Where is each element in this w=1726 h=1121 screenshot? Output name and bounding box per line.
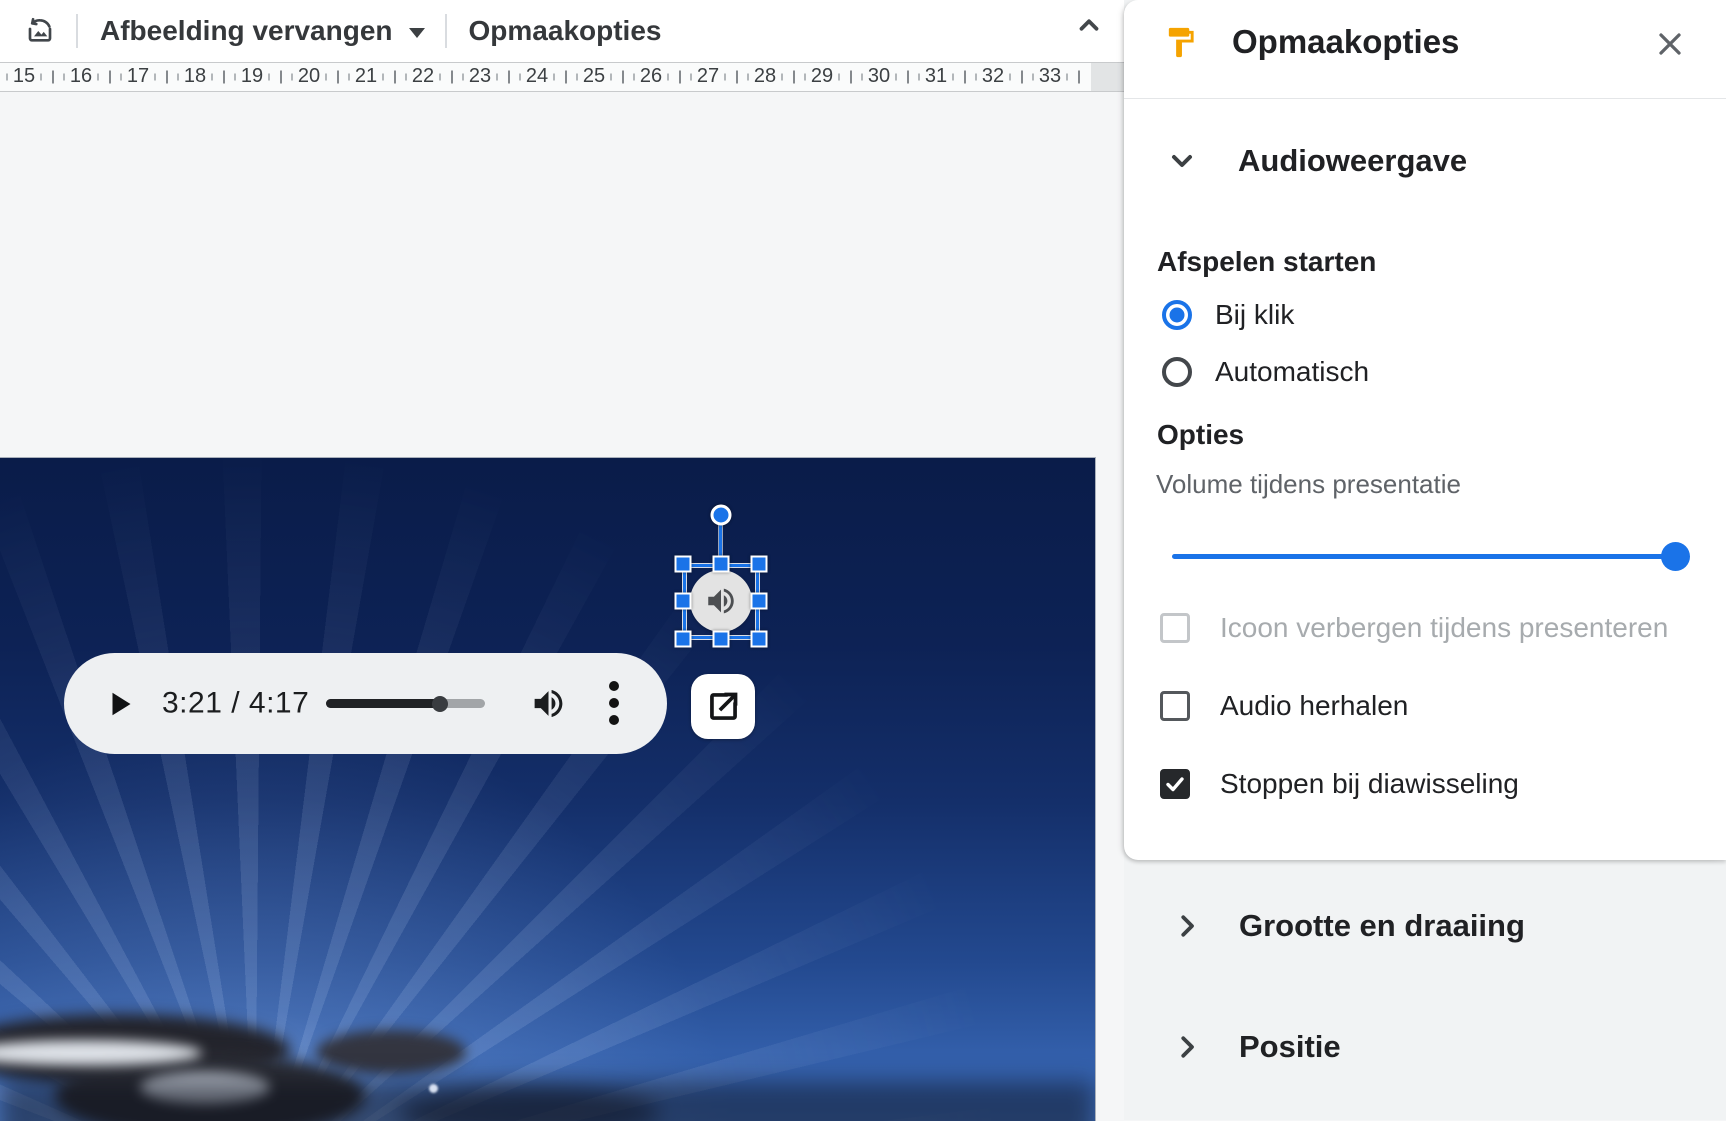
panel-title: Opmaakopties bbox=[1232, 23, 1460, 60]
contextual-toolbar: Afbeelding vervangen Opmaakopties bbox=[0, 0, 1124, 62]
section-label: Positie bbox=[1239, 1029, 1341, 1064]
audio-player: 3:21 / 4:17 bbox=[64, 653, 667, 754]
playback-time: 3:21 / 4:17 bbox=[162, 685, 310, 719]
paint-roller-icon bbox=[1163, 25, 1198, 60]
checkbox-icon bbox=[1160, 769, 1190, 799]
ruler-end-cap bbox=[1091, 63, 1124, 91]
progress-fill bbox=[326, 699, 441, 708]
radio-label: Bij klik bbox=[1215, 299, 1295, 330]
selection-handle-n[interactable] bbox=[712, 555, 730, 573]
chevron-right-icon bbox=[1172, 1032, 1202, 1062]
section-audioweergave[interactable]: Audioweergave bbox=[1124, 133, 1726, 189]
checkbox-label: Icoon verbergen tijdens presenteren bbox=[1220, 612, 1669, 643]
section-positie[interactable]: Positie bbox=[1124, 1027, 1726, 1067]
cloud-band-art bbox=[0, 1081, 1095, 1121]
radio-icon bbox=[1162, 357, 1192, 387]
radio-automatisch[interactable]: Automatisch bbox=[1162, 356, 1369, 388]
checkbox-audio-herhalen[interactable]: Audio herhalen bbox=[1160, 690, 1408, 722]
replace-image-icon[interactable] bbox=[24, 15, 56, 47]
kebab-dot bbox=[609, 681, 619, 691]
section-label: Audioweergave bbox=[1238, 143, 1468, 178]
panel-card: Opmaakopties Audioweergave Afspelen star… bbox=[1124, 0, 1726, 860]
chevron-down-icon bbox=[1166, 145, 1198, 177]
checkbox-label: Stoppen bij diawisseling bbox=[1220, 768, 1519, 799]
progress-bar[interactable] bbox=[326, 695, 485, 712]
checkbox-icon bbox=[1160, 691, 1190, 721]
options-heading: Opties bbox=[1157, 419, 1245, 450]
audio-object[interactable] bbox=[690, 570, 752, 632]
collapse-toolbar-button[interactable] bbox=[1070, 6, 1108, 44]
format-options-toolbar-label[interactable]: Opmaakopties bbox=[469, 15, 662, 47]
chevron-up-icon bbox=[1079, 19, 1099, 31]
radio-bij-klik[interactable]: Bij klik bbox=[1162, 299, 1294, 331]
progress-thumb[interactable] bbox=[432, 695, 449, 712]
ruler-ticks: 15 16 17 18 19 20 21 22 23 24 25 26 27 28 29 30 31 32 33 bbox=[0, 63, 1091, 91]
close-panel-button[interactable] bbox=[1648, 23, 1692, 65]
volume-slider-fill bbox=[1172, 554, 1676, 559]
selection-handle-se[interactable] bbox=[750, 630, 768, 648]
selection-handle-sw[interactable] bbox=[674, 630, 692, 648]
close-icon bbox=[1659, 33, 1681, 55]
speaker-icon bbox=[708, 588, 734, 614]
toolbar-divider bbox=[76, 14, 78, 48]
toolbar-divider bbox=[444, 14, 447, 48]
volume-label: Volume tijdens presentatie bbox=[1156, 469, 1461, 499]
radio-icon bbox=[1162, 300, 1192, 330]
volume-slider-thumb[interactable] bbox=[1661, 542, 1690, 571]
checkbox-stoppen-diawisseling[interactable]: Stoppen bij diawisseling bbox=[1160, 768, 1519, 800]
panel-header-divider bbox=[1124, 98, 1726, 99]
section-label: Grootte en draaiing bbox=[1239, 908, 1525, 943]
cloud-art bbox=[316, 1030, 466, 1074]
slide-canvas[interactable]: 3:21 / 4:17 bbox=[0, 457, 1096, 1121]
selection-handle-e[interactable] bbox=[750, 592, 768, 610]
kebab-dot bbox=[609, 715, 619, 725]
checkbox-icoon-verbergen[interactable]: Icoon verbergen tijdens presenteren bbox=[1160, 612, 1668, 644]
open-in-new-button[interactable] bbox=[691, 674, 755, 739]
replace-image-button[interactable]: Afbeelding vervangen bbox=[100, 15, 425, 47]
player-volume-button[interactable] bbox=[530, 685, 567, 722]
open-in-new-icon bbox=[709, 692, 737, 720]
section-grootte-en-draaiing[interactable]: Grootte en draaiing bbox=[1124, 906, 1726, 946]
selection-handle-s[interactable] bbox=[712, 630, 730, 648]
play-icon bbox=[112, 692, 131, 716]
chevron-right-icon bbox=[1172, 911, 1202, 941]
selection-handle-w[interactable] bbox=[674, 592, 692, 610]
format-options-panel: Opmaakopties Audioweergave Afspelen star… bbox=[1124, 0, 1726, 1120]
checkbox-label: Audio herhalen bbox=[1220, 690, 1409, 721]
play-button[interactable] bbox=[102, 686, 138, 722]
volume-slider[interactable] bbox=[1172, 538, 1690, 578]
replace-image-label: Afbeelding vervangen bbox=[100, 15, 393, 46]
checkbox-icon bbox=[1160, 613, 1190, 643]
dropdown-caret-icon bbox=[408, 28, 425, 38]
selection-handle-nw[interactable] bbox=[674, 555, 692, 573]
radio-label: Automatisch bbox=[1215, 356, 1370, 387]
rotation-handle[interactable] bbox=[710, 504, 732, 526]
horizontal-ruler: 15 16 17 18 19 20 21 22 23 24 25 26 27 28 29 30 31 32 33 bbox=[0, 62, 1124, 92]
star-art bbox=[429, 1084, 438, 1093]
player-menu-button[interactable] bbox=[608, 681, 620, 725]
selection-handle-ne[interactable] bbox=[750, 555, 768, 573]
kebab-dot bbox=[609, 698, 619, 708]
volume-icon bbox=[534, 689, 563, 718]
play-start-heading: Afspelen starten bbox=[1157, 246, 1377, 277]
